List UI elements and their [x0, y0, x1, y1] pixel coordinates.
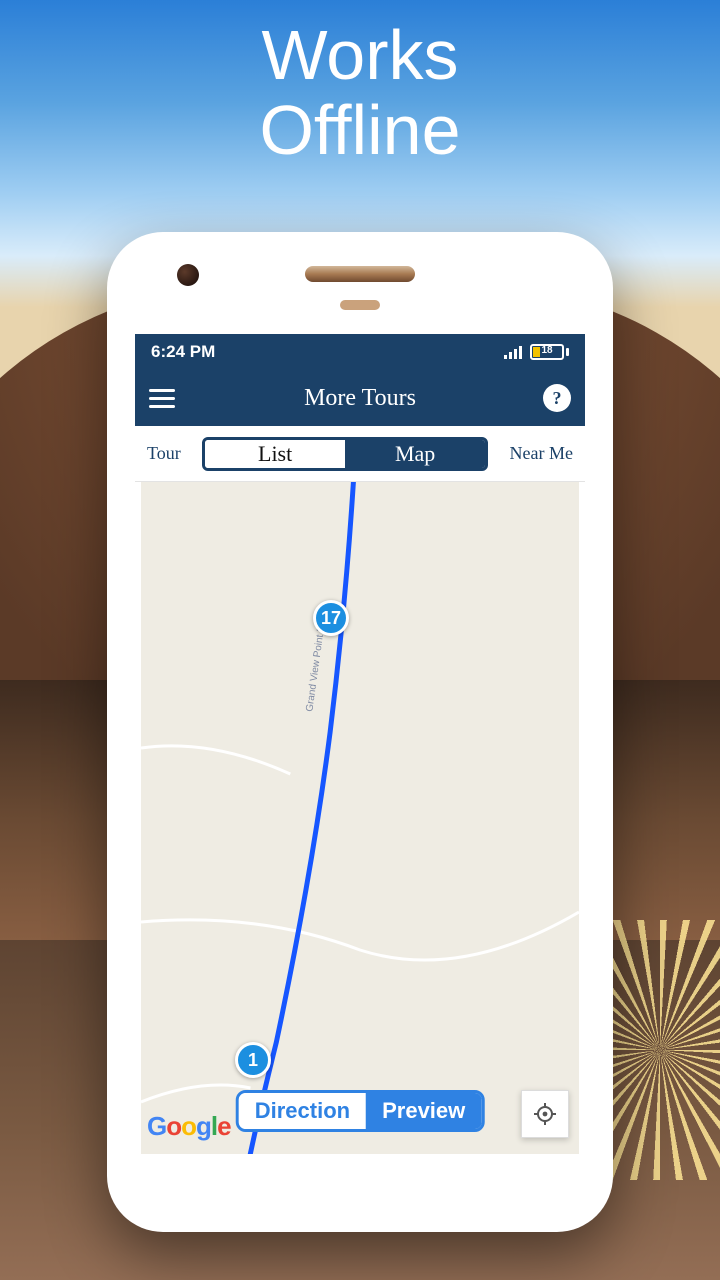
battery-percent: 18	[532, 345, 562, 356]
google-attribution: Google	[147, 1111, 231, 1142]
map-marker-17[interactable]: 17	[313, 600, 349, 636]
camera-dot-icon	[177, 264, 199, 286]
map-svg: Grand View Point Rd	[141, 482, 579, 1154]
direction-button[interactable]: Direction	[239, 1093, 366, 1129]
preview-button[interactable]: Preview	[366, 1093, 481, 1129]
cell-signal-icon	[504, 345, 522, 359]
crosshair-icon	[533, 1102, 557, 1126]
sensor-icon	[340, 300, 380, 310]
speaker-icon	[305, 266, 415, 282]
near-me-link[interactable]: Near Me	[510, 443, 573, 464]
status-bar: 6:24 PM 18	[135, 334, 585, 370]
page-title: More Tours	[304, 385, 416, 412]
phone-screen: 6:24 PM 18 More Tours ?	[135, 334, 585, 1160]
locate-me-button[interactable]	[521, 1090, 569, 1138]
help-icon[interactable]: ?	[543, 384, 571, 412]
hero-headline: Works Offline	[0, 18, 720, 168]
seg-list[interactable]: List	[205, 440, 345, 468]
list-map-toggle: List Map	[202, 437, 488, 471]
app-header: More Tours ?	[135, 370, 585, 426]
hero-line-2: Offline	[0, 93, 720, 168]
status-time: 6:24 PM	[151, 342, 215, 362]
route-action-pill: Direction Preview	[236, 1090, 485, 1132]
battery-icon: 18	[530, 344, 569, 360]
filter-subbar: Tour List Map Near Me	[135, 426, 585, 482]
map-marker-1[interactable]: 1	[235, 1042, 271, 1078]
hero-line-1: Works	[0, 18, 720, 93]
promo-backdrop: Works Offline 6:24 PM 18	[0, 0, 720, 1280]
menu-icon[interactable]	[149, 389, 175, 407]
tour-link[interactable]: Tour	[147, 443, 181, 464]
seg-map[interactable]: Map	[345, 440, 485, 468]
phone-frame: 6:24 PM 18 More Tours ?	[107, 232, 613, 1232]
map-canvas[interactable]: Grand View Point Rd 17 1 Direction Previ…	[141, 482, 579, 1154]
